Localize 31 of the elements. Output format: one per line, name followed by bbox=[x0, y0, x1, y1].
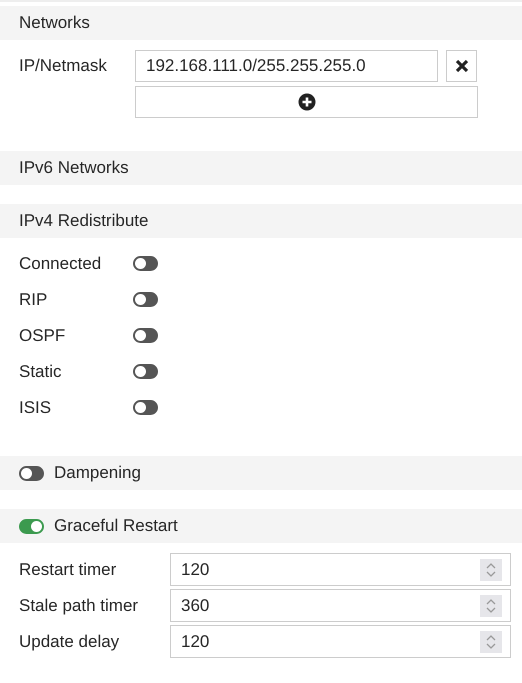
toggle-switch[interactable] bbox=[133, 292, 158, 307]
toggle-switch[interactable] bbox=[19, 466, 44, 480]
number-field[interactable]: 360 bbox=[170, 589, 511, 622]
remove-button[interactable] bbox=[446, 50, 477, 82]
toggle-label: RIP bbox=[19, 290, 48, 310]
field-label: IP/Netmask bbox=[19, 55, 108, 76]
ip-netmask-field[interactable]: 192.168.111.0/255.255.255.0 bbox=[135, 50, 438, 82]
close-icon bbox=[454, 59, 468, 73]
field-label: Restart timer bbox=[19, 560, 118, 580]
toggle-switch[interactable] bbox=[133, 328, 158, 343]
toggle-label: Static bbox=[19, 362, 63, 382]
plus-circle-icon bbox=[298, 93, 316, 111]
toggle-switch[interactable] bbox=[133, 364, 158, 379]
section-title: Dampening bbox=[54, 463, 141, 483]
toggle-switch[interactable] bbox=[133, 400, 158, 415]
toggle-label: Connected bbox=[19, 254, 102, 274]
field-label: Stale path timer bbox=[19, 596, 140, 616]
spinner-icon[interactable] bbox=[480, 630, 502, 652]
section-title: IPv6 Networks bbox=[19, 158, 129, 178]
spinner-icon[interactable] bbox=[480, 558, 502, 580]
toggle-switch[interactable] bbox=[19, 518, 44, 534]
toggle-label: OSPF bbox=[19, 326, 66, 346]
number-field[interactable]: 120 bbox=[170, 625, 511, 658]
section-title: Graceful Restart bbox=[54, 516, 178, 536]
section-title: IPv4 Redistribute bbox=[19, 211, 148, 231]
section-title: Networks bbox=[19, 13, 90, 33]
toggle-label: ISIS bbox=[19, 398, 52, 418]
spinner-icon[interactable] bbox=[480, 594, 502, 616]
number-field[interactable]: 120 bbox=[170, 553, 511, 586]
field-label: Update delay bbox=[19, 632, 120, 652]
toggle-switch[interactable] bbox=[133, 256, 158, 271]
